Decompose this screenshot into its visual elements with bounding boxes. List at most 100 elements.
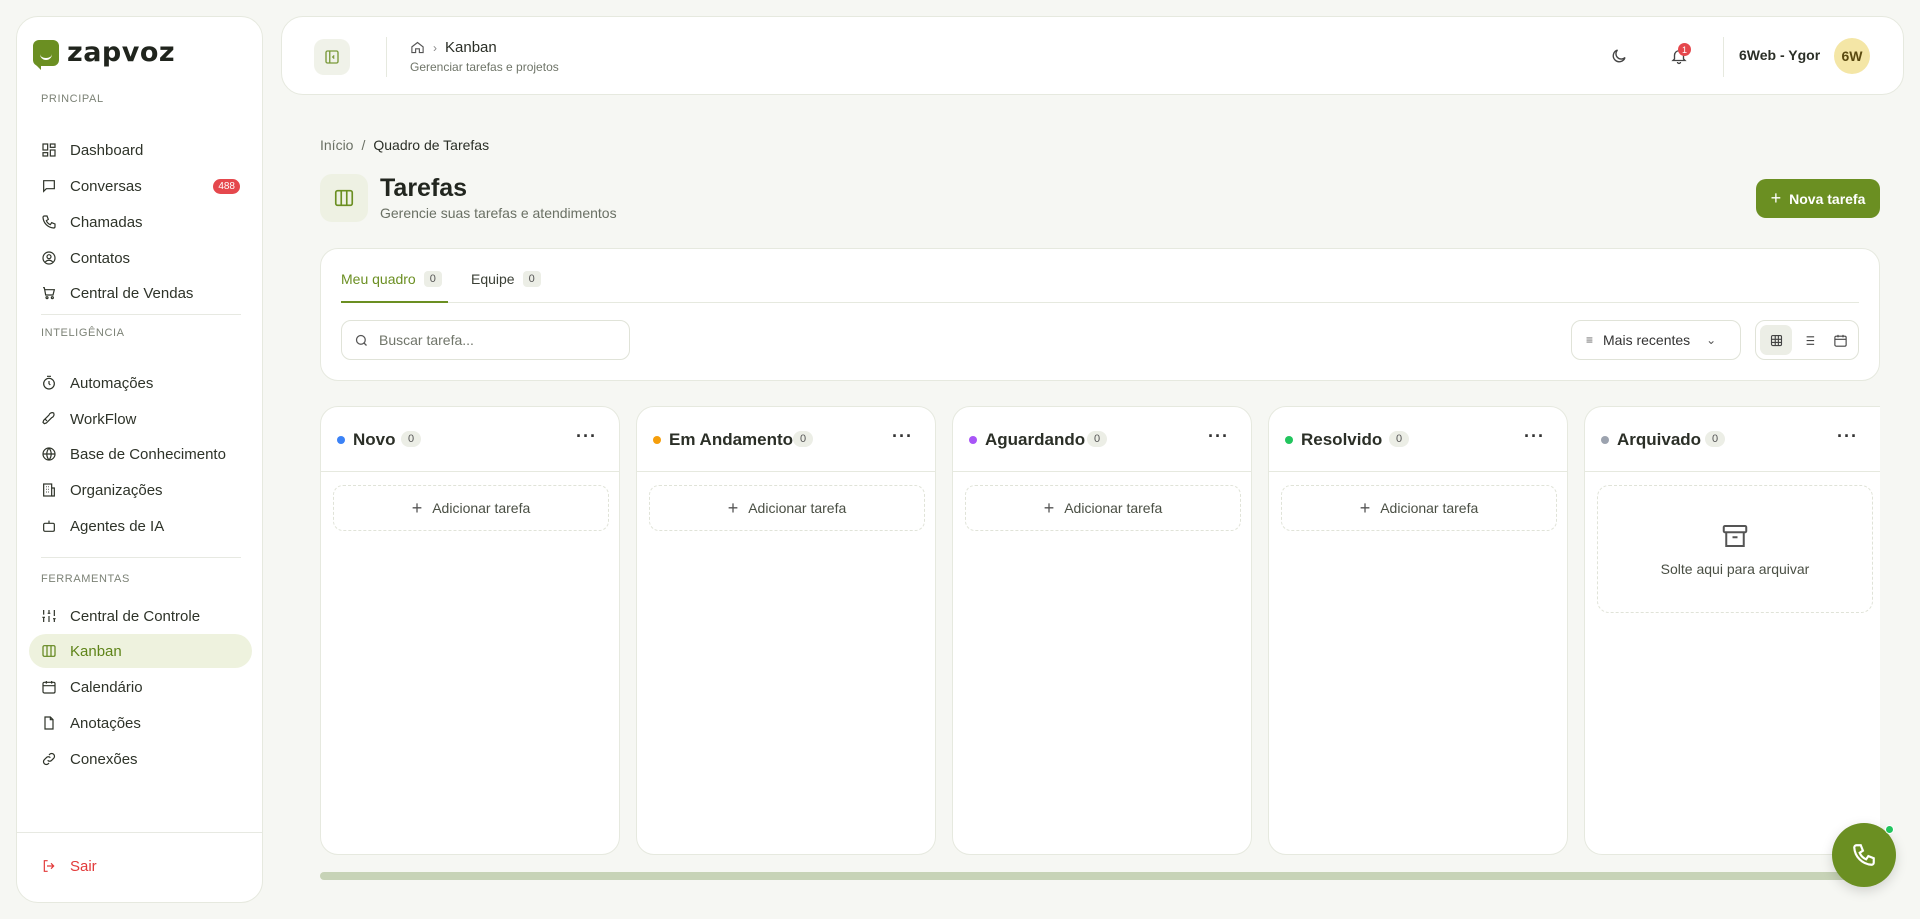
sidebar-item-kanban[interactable]: Kanban xyxy=(29,634,252,668)
breadcrumb-separator: / xyxy=(361,137,366,153)
topbar-breadcrumb-title: Kanban xyxy=(445,39,497,56)
page-title-icon xyxy=(320,174,368,222)
avatar[interactable]: 6W xyxy=(1834,38,1870,74)
cart-icon xyxy=(43,287,56,300)
sidebar-item-label: Central de Controle xyxy=(70,607,201,625)
calendar-view-button[interactable] xyxy=(1824,325,1856,355)
status-dot xyxy=(653,436,661,444)
add-task-button[interactable]: + Adicionar tarefa xyxy=(649,485,925,531)
column-count: 0 xyxy=(401,431,422,447)
call-fab-button[interactable] xyxy=(1832,823,1896,887)
sidebar-item-label: Kanban xyxy=(70,642,122,660)
user-name[interactable]: 6Web - Ygor xyxy=(1739,47,1820,63)
sidebar-item-central-de-controle[interactable]: Central de Controle xyxy=(29,599,252,633)
sidebar-item-calendario[interactable]: Calendário xyxy=(29,670,252,704)
list-view-button[interactable] xyxy=(1792,325,1824,355)
status-dot xyxy=(1285,436,1293,444)
status-dot xyxy=(969,436,977,444)
tab-meu-quadro[interactable]: Meu quadro 0 xyxy=(341,271,442,287)
sidebar-item-automacoes[interactable]: Automações xyxy=(29,366,252,400)
logout-icon xyxy=(43,860,55,872)
add-task-button[interactable]: + Adicionar tarefa xyxy=(333,485,609,531)
notifications-button[interactable]: 1 xyxy=(1666,43,1692,69)
sidebar-item-conversas[interactable]: Conversas 488 xyxy=(29,169,252,203)
horizontal-scrollbar[interactable] xyxy=(320,872,1880,880)
sidebar-item-base-de-conhecimento[interactable]: Base de Conhecimento xyxy=(29,437,252,471)
column-title: Novo xyxy=(353,430,396,449)
column-header: Arquivado 0 ··· xyxy=(1585,407,1880,472)
section-title-ferramentas: FERRAMENTAS xyxy=(41,573,130,585)
logo-text: zapvoz xyxy=(67,37,176,68)
tabs-divider xyxy=(341,302,1859,303)
phone-icon xyxy=(42,215,56,229)
page-title: Tarefas xyxy=(380,174,468,202)
sidebar-item-conexoes[interactable]: Conexões xyxy=(29,742,252,776)
unread-badge: 488 xyxy=(213,178,240,194)
tab-label: Equipe xyxy=(471,271,515,287)
more-options-icon[interactable]: ··· xyxy=(892,426,913,447)
building-icon xyxy=(43,483,55,497)
divider xyxy=(1723,37,1724,77)
sidebar-item-label: Dashboard xyxy=(70,141,144,159)
add-task-label: Adicionar tarefa xyxy=(1064,500,1163,516)
sidebar-item-contatos[interactable]: Contatos xyxy=(29,241,252,275)
add-task-label: Adicionar tarefa xyxy=(748,500,847,516)
moon-icon xyxy=(1612,49,1626,63)
user-circle-icon xyxy=(42,251,56,265)
sidebar-item-label: Organizações xyxy=(70,481,163,499)
page-subtitle: Gerencie suas tarefas e atendimentos xyxy=(380,205,617,221)
add-task-label: Adicionar tarefa xyxy=(1380,500,1479,516)
sidebar-item-label: Chamadas xyxy=(70,213,143,231)
column-title: Em Andamento xyxy=(669,430,794,449)
logo[interactable]: zapvoz xyxy=(33,37,176,70)
more-options-icon[interactable]: ··· xyxy=(576,426,597,447)
column-header: Resolvido 0 ··· xyxy=(1269,407,1567,472)
archive-drop-zone[interactable]: Solte aqui para arquivar xyxy=(1597,485,1873,613)
new-task-button[interactable]: + Nova tarefa xyxy=(1756,179,1880,218)
sidebar-item-label: Calendário xyxy=(70,678,143,696)
dashboard-icon xyxy=(42,143,56,157)
chevron-right-icon: › xyxy=(433,40,437,55)
active-tab-indicator xyxy=(341,301,448,303)
sort-icon: ≡ xyxy=(1586,333,1594,347)
theme-toggle-button[interactable] xyxy=(1606,43,1632,69)
column-header: Em Andamento 0 ··· xyxy=(637,407,935,472)
search-field[interactable] xyxy=(341,320,630,360)
logout-label: Sair xyxy=(70,857,97,875)
notification-count-badge: 1 xyxy=(1678,43,1691,56)
logout-button[interactable]: Sair xyxy=(29,849,252,883)
sort-label: Mais recentes xyxy=(1603,332,1691,348)
new-task-label: Nova tarefa xyxy=(1789,190,1866,207)
grid-view-button[interactable] xyxy=(1760,325,1792,355)
column-title: Arquivado xyxy=(1617,430,1702,449)
kanban-column-novo: Novo 0 ··· + Adicionar tarefa xyxy=(320,406,620,855)
column-count: 0 xyxy=(1087,431,1108,447)
tab-equipe[interactable]: Equipe 0 xyxy=(471,271,541,287)
more-options-icon[interactable]: ··· xyxy=(1208,426,1229,447)
breadcrumb-home-link[interactable]: Início xyxy=(320,137,353,153)
add-task-button[interactable]: + Adicionar tarefa xyxy=(965,485,1241,531)
column-count: 0 xyxy=(793,431,814,447)
sidebar-item-dashboard[interactable]: Dashboard xyxy=(29,133,252,167)
status-dot xyxy=(1601,436,1609,444)
sidebar-item-central-de-vendas[interactable]: Central de Vendas xyxy=(29,276,252,310)
file-icon xyxy=(44,716,54,730)
search-input[interactable] xyxy=(379,332,619,348)
sort-dropdown[interactable]: ≡ Mais recentes ⌄ xyxy=(1571,320,1741,360)
sidebar-item-workflow[interactable]: WorkFlow xyxy=(29,402,252,436)
sidebar-item-agentes-de-ia[interactable]: Agentes de IA xyxy=(29,509,252,543)
sidebar-item-label: Contatos xyxy=(70,249,131,267)
sidebar-item-anotacoes[interactable]: Anotações xyxy=(29,706,252,740)
tab-label: Meu quadro xyxy=(341,271,416,287)
tab-count: 0 xyxy=(423,271,442,287)
collapse-sidebar-button[interactable] xyxy=(314,39,350,75)
add-task-button[interactable]: + Adicionar tarefa xyxy=(1281,485,1557,531)
more-options-icon[interactable]: ··· xyxy=(1837,426,1858,447)
more-options-icon[interactable]: ··· xyxy=(1524,426,1545,447)
sidebar-item-organizacoes[interactable]: Organizações xyxy=(29,473,252,507)
logo-icon xyxy=(33,39,59,70)
drop-zone-label: Solte aqui para arquivar xyxy=(1660,561,1810,577)
online-status-dot xyxy=(1885,825,1894,834)
link-icon xyxy=(42,752,56,766)
sidebar-item-chamadas[interactable]: Chamadas xyxy=(29,205,252,239)
